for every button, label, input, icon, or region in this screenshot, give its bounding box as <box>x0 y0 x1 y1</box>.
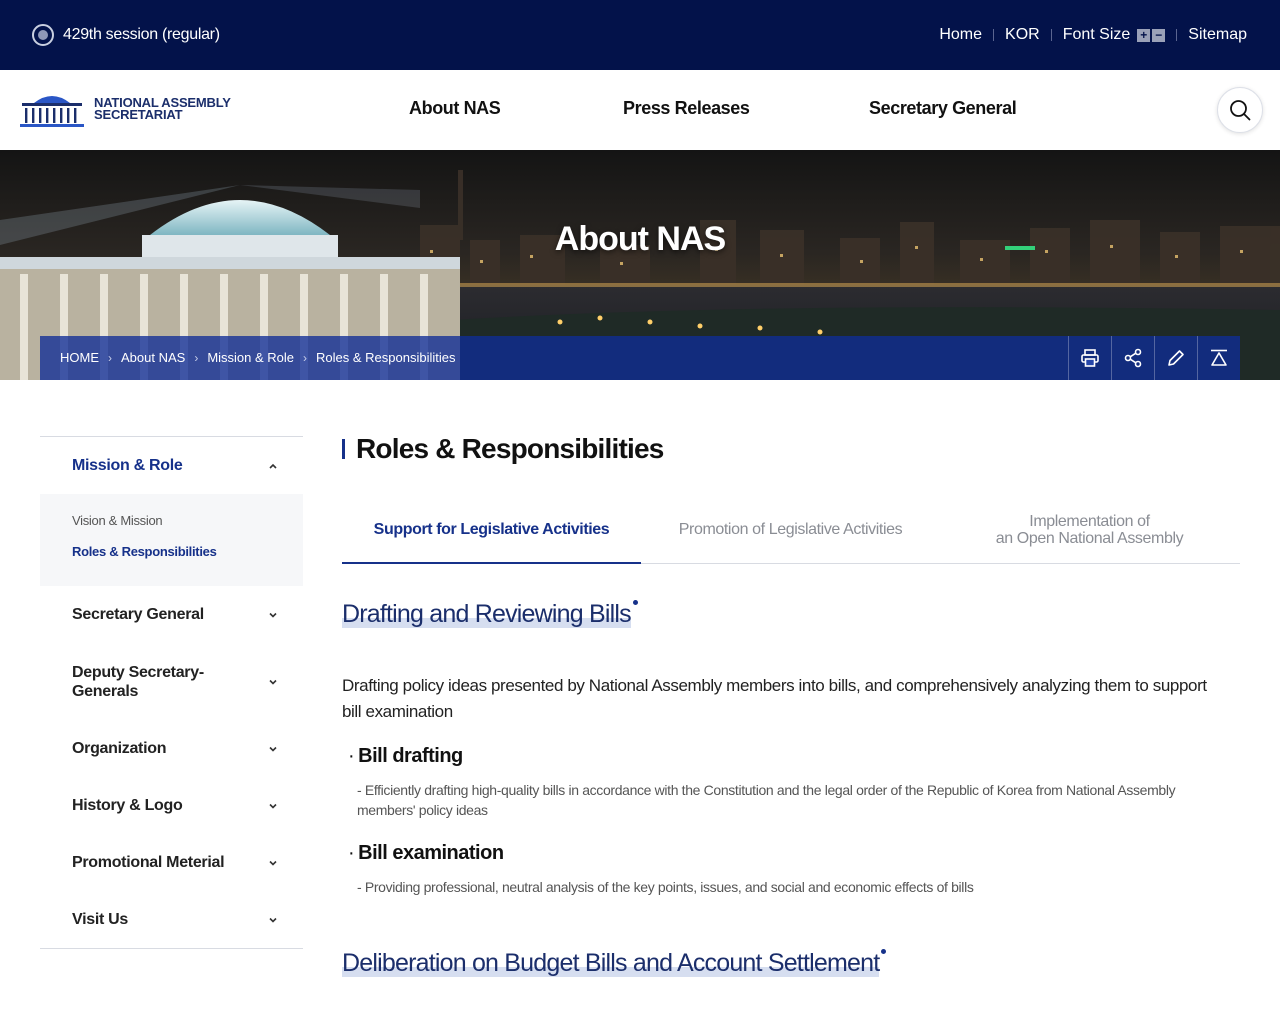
search-icon <box>1230 100 1251 121</box>
edit-icon <box>1168 350 1184 366</box>
scroll-top-button[interactable] <box>1197 336 1240 380</box>
utility-bar: 429th session (regular) Home KOR Font Si… <box>0 0 1280 70</box>
lnb-item-organization[interactable]: Organization <box>40 720 303 777</box>
util-link-home[interactable]: Home <box>939 26 982 44</box>
print-icon <box>1081 349 1099 367</box>
nav-press-releases[interactable]: Press Releases <box>623 98 750 119</box>
tab-promotion-legislative-activities[interactable]: Promotion of Legislative Activities <box>641 508 940 563</box>
side-navigation: Mission & Role Vision & Mission Roles & … <box>40 436 303 949</box>
content-tabs: Support for Legislative Activities Promo… <box>342 508 1240 564</box>
title-dot-icon <box>881 949 887 954</box>
share-icon <box>1124 348 1142 368</box>
lnb-item-label: Organization <box>72 739 167 757</box>
tab-open-national-assembly[interactable]: Implementation of an Open National Assem… <box>940 508 1239 563</box>
chevron-down-icon <box>269 746 277 752</box>
section-title-text: Deliberation on Budget Bills and Account… <box>342 949 880 977</box>
chevron-right-icon: › <box>194 350 199 365</box>
lnb-item-label: Visit Us <box>72 910 128 928</box>
font-size-controls: + − <box>1137 28 1166 42</box>
item-title-bill-examination: · Bill examination <box>348 842 504 865</box>
item-desc-bill-drafting: - Efficiently drafting high-quality bill… <box>357 782 1176 818</box>
main-navigation: About NAS Press Releases Secretary Gener… <box>0 98 1280 122</box>
chevron-down-icon <box>269 612 277 618</box>
item-title-text: Bill examination <box>358 842 504 864</box>
font-decrease-button[interactable]: − <box>1152 28 1166 42</box>
site-header: NATIONAL ASSEMBLY SECRETARIAT About NAS … <box>0 70 1280 150</box>
divider <box>1176 29 1178 41</box>
title-dot-icon <box>632 600 638 605</box>
chevron-right-icon: › <box>108 350 112 365</box>
bullet-icon: · <box>348 745 355 767</box>
lnb-item-secretary-general[interactable]: Secretary General <box>40 586 303 643</box>
lnb-submenu: Vision & Mission Roles & Responsibilitie… <box>40 494 303 586</box>
lnb-item-deputy-secretary-generals[interactable]: Deputy Secretary-Generals <box>40 643 277 720</box>
section-intro: Drafting policy ideas presented by Natio… <box>342 676 1207 721</box>
session-label: 429th session (regular) <box>63 26 220 43</box>
breadcrumb-home[interactable]: HOME <box>60 350 99 365</box>
nav-about-nas[interactable]: About NAS <box>409 98 501 119</box>
lnb-item-label: History & Logo <box>72 796 183 814</box>
breadcrumb: HOME › About NAS › Mission & Role › Role… <box>60 350 455 365</box>
font-increase-button[interactable]: + <box>1137 28 1151 42</box>
assembly-emblem-icon <box>32 24 54 46</box>
search-button[interactable] <box>1217 87 1263 133</box>
chevron-right-icon: › <box>303 350 308 365</box>
print-button[interactable] <box>1068 336 1111 380</box>
share-button[interactable] <box>1111 336 1154 380</box>
divider <box>1050 29 1052 41</box>
chevron-down-icon <box>269 917 277 923</box>
lnb-item-visit-us[interactable]: Visit Us <box>40 891 303 948</box>
breadcrumb-current[interactable]: Roles & Responsibilities <box>316 350 455 365</box>
lnb-item-promotional-material[interactable]: Promotional Meterial <box>40 834 303 891</box>
nav-secretary-general[interactable]: Secretary General <box>869 98 1017 119</box>
lnb-item-label: Secretary General <box>72 605 204 623</box>
hero-title: About NAS <box>554 220 726 258</box>
divider <box>993 29 995 41</box>
lnb-item-label: Promotional Meterial <box>72 853 225 871</box>
breadcrumb-mission-role[interactable]: Mission & Role <box>207 350 294 365</box>
breadcrumb-about-nas[interactable]: About NAS <box>121 350 185 365</box>
edit-button[interactable] <box>1154 336 1197 380</box>
section-title-budget: Deliberation on Budget Bills and Account… <box>342 949 887 978</box>
lnb-sub-vision-mission[interactable]: Vision & Mission <box>72 508 271 539</box>
item-desc-bill-examination: - Providing professional, neutral analys… <box>357 879 974 895</box>
main-content: Roles & Responsibilities Support for Leg… <box>342 430 1240 977</box>
item-title-text: Bill drafting <box>358 745 463 767</box>
location-bar: HOME › About NAS › Mission & Role › Role… <box>40 336 1240 380</box>
chevron-down-icon <box>269 679 277 685</box>
lnb-item-history-logo[interactable]: History & Logo <box>40 777 303 834</box>
font-size-label: Font Size <box>1062 26 1131 43</box>
lnb-item-label: Deputy Secretary-Generals <box>72 663 204 700</box>
item-title-bill-drafting: · Bill drafting <box>348 745 463 768</box>
section-title-drafting: Drafting and Reviewing Bills <box>342 600 638 629</box>
utility-links: Home KOR Font Size + − Sitemap <box>939 22 1247 48</box>
chevron-up-icon <box>269 463 277 469</box>
lnb-item-mission-role[interactable]: Mission & Role <box>40 437 303 494</box>
lnb-sub-roles-responsibilities[interactable]: Roles & Responsibilities <box>72 539 271 570</box>
bullet-icon: · <box>348 842 355 864</box>
chevron-down-icon <box>269 860 277 866</box>
session-info: 429th session (regular) <box>32 22 220 48</box>
chevron-down-icon <box>269 803 277 809</box>
util-link-kor[interactable]: KOR <box>1005 26 1040 44</box>
page-tools <box>1068 336 1240 380</box>
top-icon <box>1211 349 1227 366</box>
util-link-sitemap[interactable]: Sitemap <box>1188 26 1247 44</box>
tab-support-legislative-activities[interactable]: Support for Legislative Activities <box>342 508 641 564</box>
hero-banner: About NAS HOME › About NAS › Mission & R… <box>0 150 1280 380</box>
page-title: Roles & Responsibilities <box>342 430 1240 470</box>
section-title-text: Drafting and Reviewing Bills <box>342 600 632 628</box>
lnb-item-label: Mission & Role <box>72 456 183 474</box>
